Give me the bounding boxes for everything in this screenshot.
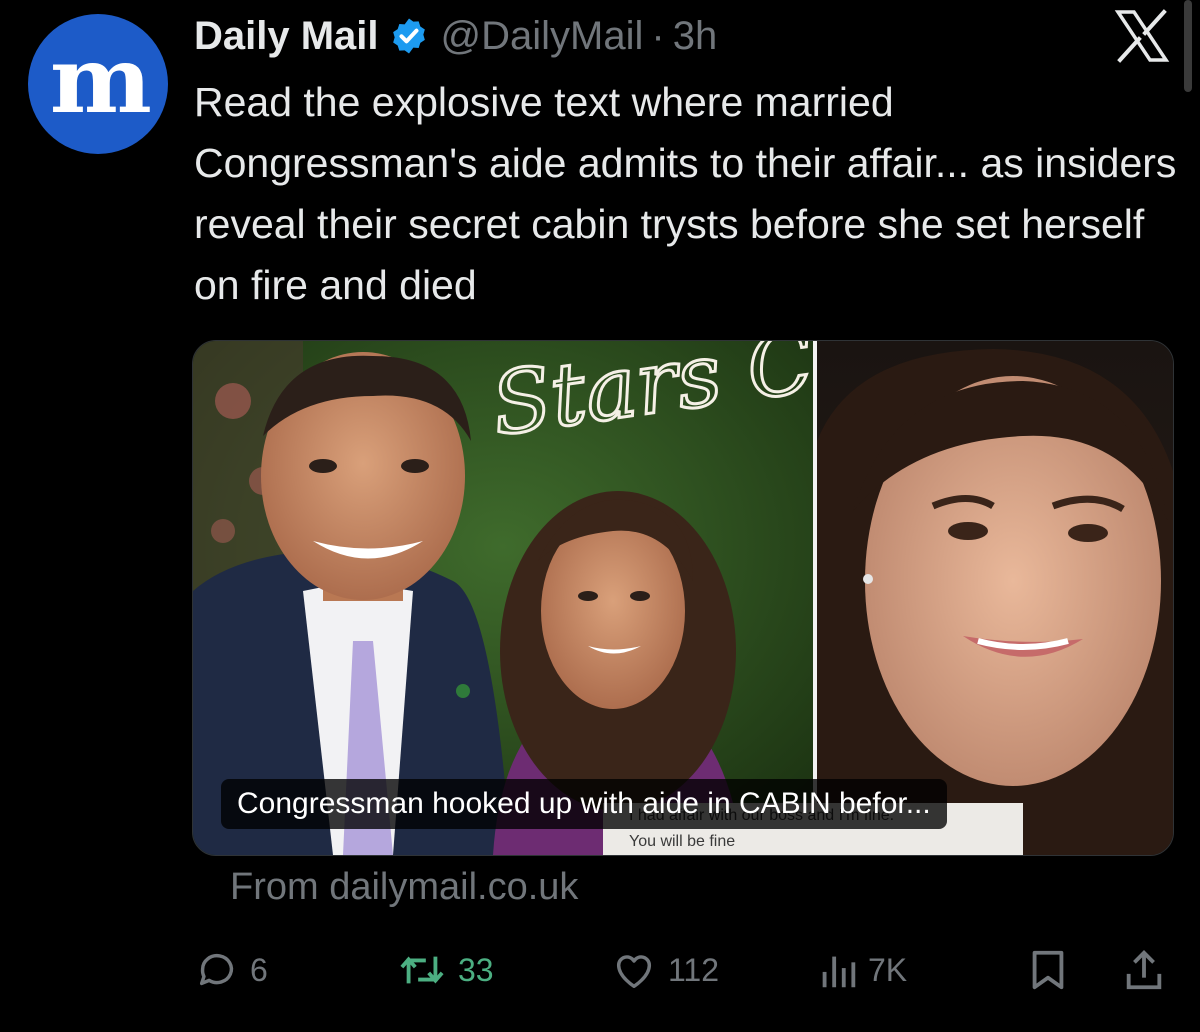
like-button[interactable]: 112 <box>610 940 719 1000</box>
repost-count: 33 <box>458 951 494 988</box>
reply-button[interactable]: 6 <box>194 940 268 1000</box>
link-card-image[interactable]: Stars C You will be fine Congressman hoo… <box>192 340 1174 856</box>
heart-icon <box>616 955 652 989</box>
avatar-logo-letter: m <box>50 26 152 134</box>
view-count: 7K <box>868 951 908 988</box>
bookmark-button[interactable] <box>1028 940 1068 1000</box>
action-bar: 6 33 112 7K <box>192 940 1172 1000</box>
repost-button[interactable]: 33 <box>396 940 494 1000</box>
handle[interactable]: @DailyMail <box>441 14 644 59</box>
share-upload-icon <box>1126 950 1162 990</box>
news-photo: Stars C <box>193 341 1173 855</box>
separator-dot: · <box>651 13 665 58</box>
avatar[interactable]: m <box>28 14 168 154</box>
tweet-text: Read the explosive text where married Co… <box>194 79 1177 308</box>
card-headline[interactable]: Congressman hooked up with aide in CABIN… <box>221 779 947 829</box>
reply-count: 6 <box>250 951 268 988</box>
bookmark-icon <box>1032 950 1064 990</box>
views-button[interactable]: 7K <box>818 940 907 1000</box>
verified-badge-icon <box>392 18 425 54</box>
tweet: m Daily Mail @DailyMail · 3h Read the ex… <box>0 0 1200 1032</box>
like-count: 112 <box>668 951 720 988</box>
x-logo-icon[interactable] <box>1112 6 1172 66</box>
repost-arrows-icon <box>400 956 444 984</box>
speech-bubble-icon <box>199 954 234 986</box>
share-button[interactable] <box>1122 940 1166 1000</box>
scrollbar[interactable] <box>1184 0 1192 92</box>
bar-chart-icon <box>822 956 856 988</box>
tweet-header: Daily Mail @DailyMail · 3h <box>194 10 717 62</box>
link-source[interactable]: From dailymail.co.uk <box>230 866 578 909</box>
display-name[interactable]: Daily Mail <box>194 14 379 59</box>
timestamp[interactable]: 3h <box>673 14 718 59</box>
overlay-line-2: You will be fine <box>629 833 736 850</box>
